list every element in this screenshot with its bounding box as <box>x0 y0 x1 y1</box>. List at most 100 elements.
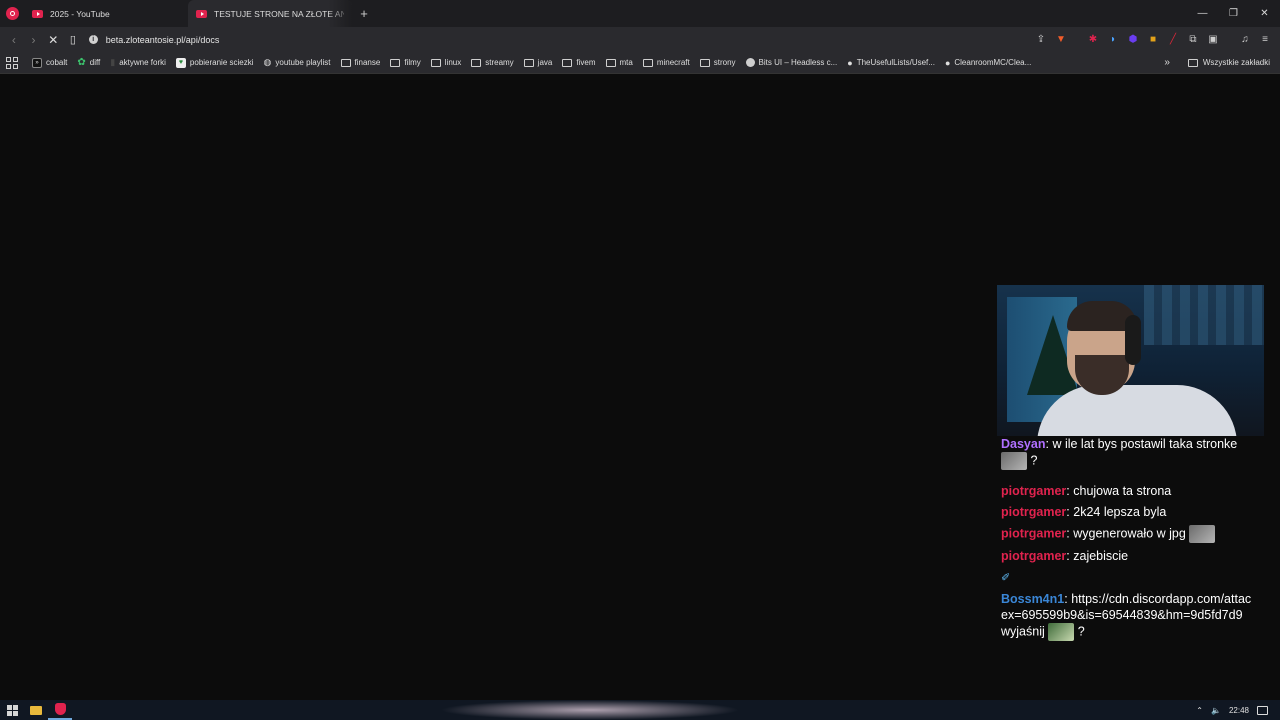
restore-button[interactable]: ❐ <box>1218 0 1249 27</box>
github-icon: ● <box>847 57 853 68</box>
tab-youtube[interactable]: 2025 - YouTube <box>24 0 188 27</box>
globe-icon: ◍ <box>263 57 272 67</box>
stream-chat: Dasyan: w ile lat bys postawil taka stro… <box>1001 437 1261 646</box>
file-explorer-button[interactable] <box>24 700 48 720</box>
bookmark-linux[interactable]: linux <box>430 58 461 67</box>
volume-icon[interactable]: 🔈 <box>1211 706 1221 715</box>
stop-loading-icon[interactable]: ✕ <box>43 33 63 47</box>
bookmark-cleanroommc[interactable]: ● CleanroomMC/Clea... <box>945 58 1031 68</box>
cobalt-icon: » <box>32 57 42 68</box>
tab-title: 2025 - YouTube <box>50 8 110 19</box>
notifications-icon[interactable] <box>1257 705 1268 715</box>
brave-icon <box>54 703 66 715</box>
emote-icon <box>1048 623 1075 641</box>
close-button[interactable]: ✕ <box>1249 0 1280 27</box>
menu-icon[interactable]: ≡ <box>1258 33 1272 47</box>
puzzle-icon[interactable]: ⧉ <box>1186 33 1200 47</box>
bookmark-fivem[interactable]: fivem <box>562 58 596 67</box>
start-button[interactable] <box>0 700 24 720</box>
emote-icon <box>1001 452 1027 470</box>
bookmark-pobieranie-sciezki[interactable]: ♥ pobieranie sciezki <box>175 57 254 68</box>
brave-menu-button[interactable] <box>0 0 24 27</box>
bookmark-icon[interactable]: ▯ <box>63 33 83 46</box>
brave-taskbar-button[interactable] <box>48 700 72 720</box>
browser-toolbar: ‹ › ✕ ▯ i beta.zloteantosie.pl/api/docs … <box>0 27 1280 52</box>
page-icon: ▮ <box>110 57 116 67</box>
youtube-icon <box>196 9 207 18</box>
chat-username: piotrgamer <box>1001 549 1067 563</box>
folder-icon <box>430 58 441 67</box>
bookmark-java[interactable]: java <box>523 58 552 67</box>
chat-message: piotrgamer: chujowa ta strona <box>1001 484 1172 498</box>
chat-text: wygenerowało w jpg <box>1073 526 1186 541</box>
info-icon[interactable]: i <box>88 35 98 44</box>
chat-message: piotrgamer: wygenerowało w jpg <box>1001 525 1261 543</box>
windows-icon <box>6 704 18 716</box>
minimize-button[interactable]: — <box>1187 0 1218 27</box>
url-text: beta.zloteantosie.pl/api/docs <box>105 34 220 45</box>
download-icon: ♥ <box>175 57 186 68</box>
address-bar[interactable]: i beta.zloteantosie.pl/api/docs <box>88 34 1034 45</box>
extension-icon[interactable]: ◗ <box>1106 33 1120 47</box>
folder-icon <box>699 58 710 67</box>
media-icon[interactable]: ♫ <box>1238 33 1252 47</box>
bookmarks-overflow-button[interactable]: » <box>1164 57 1170 68</box>
new-tab-button[interactable]: + <box>352 0 376 27</box>
dot-icon <box>745 58 755 67</box>
all-bookmarks-button[interactable]: Wszystkie zakładki <box>1187 58 1270 67</box>
tab-strip: 2025 - YouTube TESTUJE STRONE NA ZŁOTE A… <box>0 0 1280 27</box>
folder-icon <box>562 58 573 67</box>
bookmark-finanse[interactable]: finanse <box>340 58 380 67</box>
chat-username: Bossm4n1 <box>1001 592 1065 606</box>
chevron-up-icon[interactable]: ⌃ <box>1196 706 1203 715</box>
chat-text: https://cdn.discordapp.com/attac <box>1071 592 1252 606</box>
chat-username: piotrgamer <box>1001 526 1067 541</box>
folder-icon <box>30 705 42 715</box>
folder-icon <box>1187 58 1198 67</box>
share-icon[interactable]: ⇪ <box>1034 33 1048 47</box>
webcam-overlay <box>997 285 1264 436</box>
bookmark-youtube-playlist[interactable]: ◍ youtube playlist <box>264 57 331 68</box>
folder-icon <box>523 58 534 67</box>
tab-testuje[interactable]: TESTUJE STRONE NA ZŁOTE ANTOSIE <box>188 0 352 27</box>
apps-icon[interactable] <box>6 56 18 69</box>
folder-icon <box>340 58 351 67</box>
clock[interactable]: 22:48 <box>1229 706 1249 715</box>
extension-icon[interactable]: ✱ <box>1086 33 1100 47</box>
chat-text-cont: wyjaśnij <box>1001 624 1045 639</box>
chat-text: w ile lat bys postawil taka stronke <box>1052 437 1238 451</box>
brave-shields-icon[interactable]: ▼ <box>1054 33 1068 47</box>
extension-icon[interactable]: ╱ <box>1166 33 1180 47</box>
bookmark-cobalt[interactable]: » cobalt <box>32 57 67 68</box>
bookmark-bits-ui[interactable]: Bits UI – Headless c... <box>745 58 837 67</box>
forward-icon[interactable]: › <box>24 33 44 47</box>
emote-icon <box>1189 525 1216 543</box>
folder-icon <box>390 58 401 67</box>
brave-logo-icon <box>5 7 19 20</box>
chat-message: piotrgamer: 2k24 lepsza byla <box>1001 505 1167 519</box>
chat-username: Dasyan <box>1001 437 1046 451</box>
bookmark-streamy[interactable]: streamy <box>471 58 514 67</box>
back-icon[interactable]: ‹ <box>4 33 24 47</box>
chat-username: piotrgamer <box>1001 505 1067 519</box>
bookmark-theusefullists[interactable]: ● TheUsefulLists/Usef... <box>847 58 935 68</box>
bookmark-strony[interactable]: strony <box>699 58 736 67</box>
system-tray: ⌃ 🔈 22:48 <box>1196 705 1280 715</box>
sword-badge-icon: ✐ <box>1001 572 1011 584</box>
diff-icon: ✿ <box>77 57 86 68</box>
chat-username: piotrgamer <box>1001 484 1067 498</box>
bookmark-diff[interactable]: ✿ diff <box>77 57 100 68</box>
chat-text: chujowa ta strona <box>1073 484 1172 498</box>
extension-icon[interactable]: ■ <box>1146 33 1160 47</box>
extension-icon[interactable]: ⬢ <box>1126 33 1140 47</box>
extensions-area: ⇪ ▼ ✱ ◗ ⬢ ■ ╱ ⧉ ▣ ♫ ≡ <box>1034 33 1280 47</box>
sidebar-icon[interactable]: ▣ <box>1206 33 1220 47</box>
bookmark-aktywne-forki[interactable]: ▮ aktywne forki <box>110 57 166 68</box>
bookmark-mta[interactable]: mta <box>605 58 633 67</box>
bookmark-minecraft[interactable]: minecraft <box>642 58 690 67</box>
bookmarks-bar: » cobalt ✿ diff ▮ aktywne forki ♥ pobieranie… <box>0 52 1280 74</box>
bookmark-filmy[interactable]: filmy <box>390 58 421 67</box>
chat-message: Dasyan: w ile lat bys postawil taka stro… <box>1001 436 1261 470</box>
chat-badge-row: ✐ <box>1001 569 1261 586</box>
chat-text: zajebiscie <box>1073 549 1129 563</box>
